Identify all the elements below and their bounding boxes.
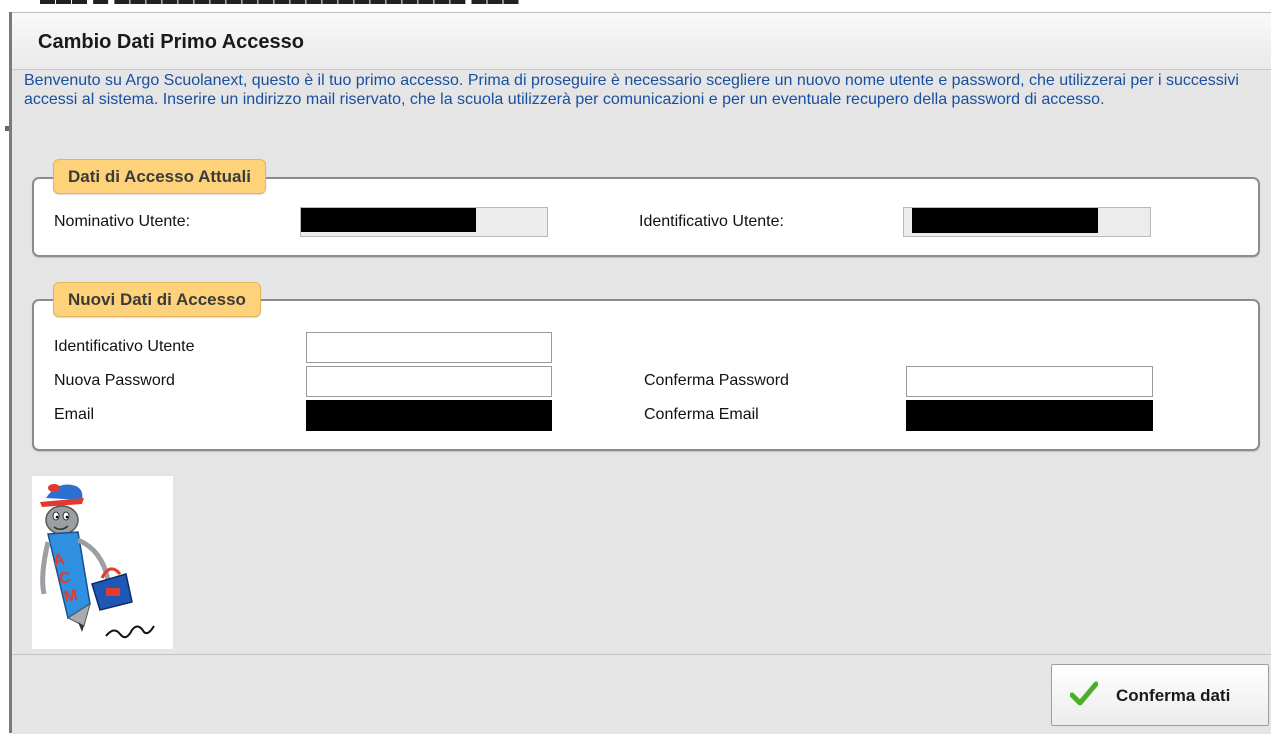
check-icon	[1070, 681, 1098, 706]
email-label: Email	[54, 406, 95, 423]
email-input-redacted[interactable]	[306, 400, 552, 431]
nominativo-utente-field	[300, 207, 548, 237]
new-password-label: Nuova Password	[54, 372, 175, 389]
confirm-data-label: Conferma dati	[1116, 686, 1231, 705]
current-access-legend: Dati di Accesso Attuali	[53, 159, 266, 194]
confirm-email-label: Conferma Email	[644, 406, 759, 423]
mascot-illustration: A C M	[40, 484, 155, 639]
intro-text: Benvenuto su Argo Scuolanext, questo è i…	[24, 72, 1239, 108]
confirm-data-button[interactable]: Conferma dati	[1051, 664, 1269, 726]
first-access-dialog: Cambio Dati Primo Accesso Benvenuto su A…	[12, 12, 1271, 734]
identificativo-utente-field	[903, 207, 1151, 237]
redaction-block	[912, 208, 1098, 233]
confirm-email-input-redacted[interactable]	[906, 400, 1153, 431]
identificativo-utente-label: Identificativo Utente:	[639, 213, 784, 230]
argo-mascot-logo: A C M	[32, 476, 173, 649]
background-window-text: ▬▬▬ ▬ ▬▬▬▬▬▬▬▬▬▬▬▬▬▬▬▬▬▬▬▬▬▬ ▬▬▬	[40, 0, 520, 8]
dialog-title-bar: Cambio Dati Primo Accesso	[12, 13, 1271, 70]
footer-divider	[12, 654, 1271, 655]
confirm-password-input[interactable]	[906, 366, 1153, 397]
redaction-block	[301, 208, 476, 232]
new-password-input[interactable]	[306, 366, 552, 397]
dialog-title: Cambio Dati Primo Accesso	[38, 31, 305, 53]
background-page-edge	[0, 0, 9, 733]
background-tick	[5, 126, 9, 131]
new-identificativo-input[interactable]	[306, 332, 552, 363]
new-access-legend: Nuovi Dati di Accesso	[53, 282, 261, 317]
nominativo-utente-label: Nominativo Utente:	[54, 213, 191, 230]
confirm-password-label: Conferma Password	[644, 372, 789, 389]
new-identificativo-label: Identificativo Utente	[54, 338, 195, 355]
